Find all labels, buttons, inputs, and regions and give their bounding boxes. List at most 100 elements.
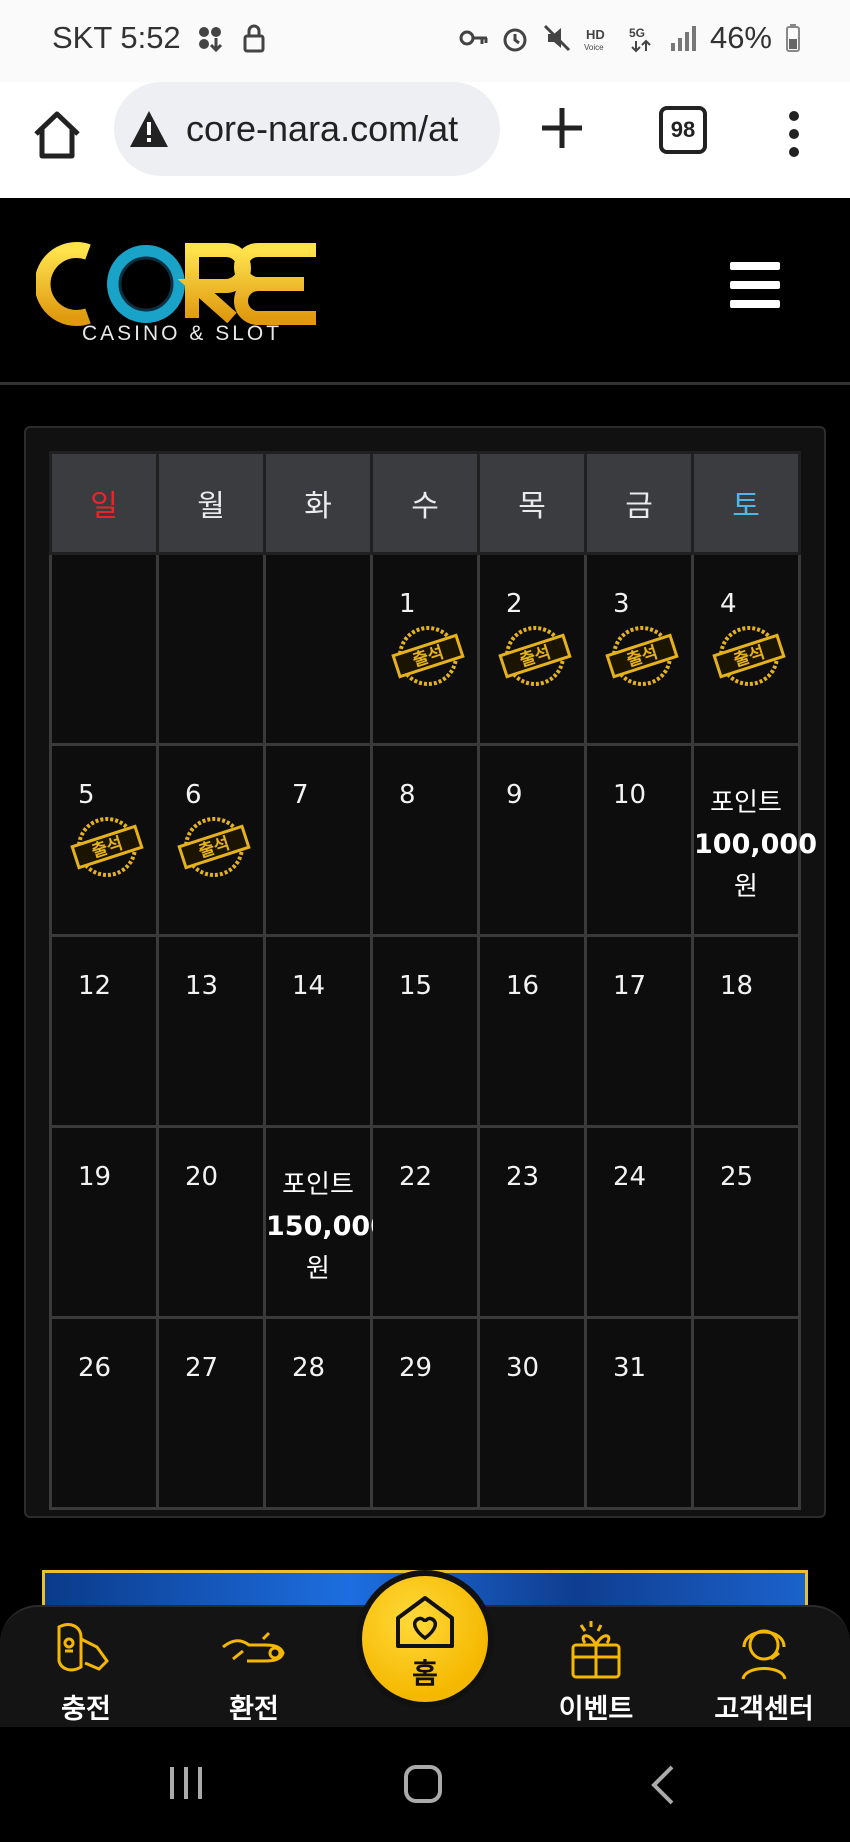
weekday-header: 목 — [477, 451, 587, 555]
day-number: 1 — [399, 589, 416, 619]
attendance-stamp-icon: 출석 — [70, 817, 144, 877]
weekday-header: 토 — [691, 451, 801, 555]
day-number: 19 — [78, 1162, 112, 1192]
hamburger-menu-icon[interactable] — [730, 262, 780, 308]
nav-deposit[interactable]: 충전 — [16, 1617, 156, 1726]
calendar-day-cell: 29 — [370, 1316, 480, 1510]
reward-text: 포인트 100,000 원 — [694, 782, 817, 908]
nav-event[interactable]: 이벤트 — [526, 1617, 666, 1726]
calendar-day-cell: 24 — [584, 1125, 694, 1319]
day-number: 7 — [292, 780, 309, 810]
calendar-day-cell: 19 — [49, 1125, 159, 1319]
day-number: 2 — [506, 589, 523, 619]
nav-deposit-label: 충전 — [61, 1694, 111, 1725]
day-number: 14 — [292, 971, 326, 1001]
battery-percent: 46% — [709, 20, 772, 55]
day-number: 18 — [720, 971, 754, 1001]
weekday-header-row: 일월화수목금토 — [49, 451, 801, 555]
day-number: 24 — [613, 1162, 647, 1192]
calendar-day-cell — [263, 552, 373, 746]
calendar-day-cell: 12 — [49, 934, 159, 1128]
day-number: 8 — [399, 780, 416, 810]
carrier-time: SKT 5:52 — [52, 20, 181, 55]
plus-icon[interactable] — [538, 104, 586, 152]
nav-support-label: 고객센터 — [714, 1694, 814, 1725]
calendar-week-row: 19 20 포인트 150,000 원 22 23 24 25 — [49, 1125, 801, 1319]
day-number: 28 — [292, 1353, 326, 1383]
day-number: 31 — [613, 1353, 647, 1383]
calendar-day-cell: 포인트 100,000 원 — [691, 743, 817, 937]
nav-home[interactable]: 홈 — [356, 1570, 494, 1708]
warning-icon[interactable] — [128, 109, 170, 149]
calendar-day-cell: 2 출석 — [477, 552, 587, 746]
calendar-body: 1 출석 2 출석 3 출석 4 출석 5 출석 6 출석 7 8 9 10 포인트 100,000 원 12 13 14… — [49, 552, 817, 1510]
logo-subtitle: CASINO & SLOT — [82, 322, 283, 345]
calendar-week-row: 5 출석 6 출석 7 8 9 10 포인트 100,000 원 — [49, 743, 817, 937]
calendar-day-cell: 18 — [691, 934, 801, 1128]
calendar-day-cell: 16 — [477, 934, 587, 1128]
calendar-week-row: 26 27 28 29 30 31 — [49, 1316, 801, 1510]
reward-label: 포인트 — [282, 1170, 354, 1200]
day-number: 27 — [185, 1353, 219, 1383]
withdraw-icon — [222, 1631, 285, 1663]
system-nav-bar — [0, 1727, 850, 1842]
tabs-button[interactable]: 98 — [659, 106, 707, 154]
recent-apps-icon[interactable] — [166, 1763, 206, 1803]
reward-unit: 원 — [306, 1254, 330, 1284]
calendar-day-cell: 15 — [370, 934, 480, 1128]
calendar-day-cell: 10 — [584, 743, 694, 937]
battery-icon — [786, 24, 800, 52]
nav-support[interactable]: 고객센터 — [694, 1617, 834, 1726]
url-text[interactable]: core-nara.com/at — [186, 108, 458, 150]
day-number: 25 — [720, 1162, 754, 1192]
alarm-icon — [503, 28, 527, 52]
back-icon[interactable] — [648, 1763, 678, 1807]
day-number: 13 — [185, 971, 219, 1001]
day-number: 17 — [613, 971, 647, 1001]
calendar-day-cell: 8 — [370, 743, 480, 937]
calendar-day-cell — [156, 552, 266, 746]
calendar-day-cell: 9 — [477, 743, 587, 937]
day-number: 10 — [613, 780, 647, 810]
status-left: SKT 5:52 — [52, 20, 269, 56]
attendance-stamp-icon: 출석 — [177, 817, 251, 877]
calendar-week-row: 1 출석 2 출석 3 출석 4 출석 — [49, 552, 801, 746]
calendar-week-row: 12 13 14 15 16 17 18 — [49, 934, 801, 1128]
deposit-icon — [57, 1623, 109, 1672]
usb-icon — [198, 27, 222, 53]
day-number: 15 — [399, 971, 433, 1001]
calendar-day-cell: 5 출석 — [49, 743, 159, 937]
reward-amount: 150,000 — [266, 1211, 389, 1242]
day-number: 26 — [78, 1353, 112, 1383]
nav-home-label: 홈 — [412, 1657, 438, 1690]
home-icon[interactable] — [30, 108, 84, 162]
attendance-stamp-icon: 출석 — [712, 626, 786, 686]
weekday-header: 수 — [370, 451, 480, 555]
day-number: 29 — [399, 1353, 433, 1383]
nav-withdraw-label: 환전 — [229, 1694, 279, 1725]
svg-text:5G: 5G — [629, 26, 645, 40]
home-button-icon[interactable] — [402, 1763, 446, 1807]
nav-withdraw[interactable]: 환전 — [184, 1617, 324, 1726]
calendar-day-cell: 17 — [584, 934, 694, 1128]
calendar-day-cell: 26 — [49, 1316, 159, 1510]
day-number: 16 — [506, 971, 540, 1001]
hd-voice-icon: HDVoice — [584, 27, 605, 52]
calendar-day-cell: 23 — [477, 1125, 587, 1319]
reward-amount: 100,000 — [694, 829, 817, 860]
status-bar: SKT 5:52 HD Voice 5G 46% — [0, 0, 850, 82]
status-right: HD Voice 5G 46% — [458, 20, 802, 56]
address-bar[interactable]: core-nara.com/at — [114, 82, 500, 176]
weekday-header: 화 — [263, 451, 373, 555]
attendance-calendar: 일월화수목금토 1 출석 2 출석 3 출석 4 출석 5 출석 6 출석 7 8 9 10 포인트 100,00… — [49, 451, 817, 1510]
calendar-day-cell: 포인트 150,000 원 — [263, 1125, 389, 1319]
support-icon — [741, 1629, 787, 1680]
calendar-day-cell: 6 출석 — [156, 743, 266, 937]
weekday-header: 금 — [584, 451, 694, 555]
more-vert-icon[interactable] — [782, 110, 806, 158]
day-number: 30 — [506, 1353, 540, 1383]
calendar-day-cell: 3 출석 — [584, 552, 694, 746]
attendance-stamp-icon: 출석 — [391, 626, 465, 686]
day-number: 22 — [399, 1162, 433, 1192]
calendar-day-cell — [691, 1316, 801, 1510]
